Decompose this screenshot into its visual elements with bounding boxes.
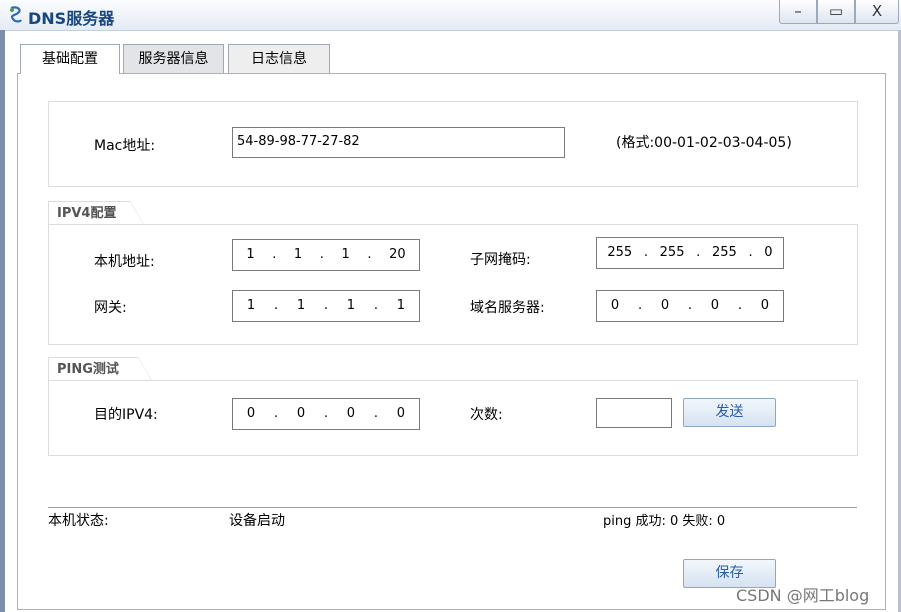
window-title: DNS服务器 [28, 9, 115, 28]
maximize-button[interactable]: ▭ [817, 0, 855, 24]
ip-octet: 0 [246, 405, 256, 421]
ip-octet: 1 [341, 246, 350, 262]
status-value: 设备启动 [229, 513, 285, 529]
ip-octet: 0 [396, 405, 405, 421]
local-address-input[interactable]: 1. 1. 1. 20 [232, 239, 420, 271]
count-input[interactable] [596, 398, 672, 428]
close-button[interactable]: X [855, 0, 899, 24]
ip-octet: 0 [610, 297, 620, 313]
ping-result: ping 成功: 0 失败: 0 [603, 514, 726, 529]
status-label: 本机状态: [48, 513, 109, 529]
minimize-button[interactable]: – [779, 0, 817, 24]
ip-octet: 1 [396, 297, 405, 313]
subnet-mask-label: 子网掩码: [470, 252, 531, 268]
gateway-label: 网关: [94, 300, 127, 316]
ip-octet: 20 [389, 246, 406, 262]
title-bar: DNS服务器 [0, 0, 901, 31]
dest-ipv4-input[interactable]: 0. 0. 0. 0 [232, 398, 420, 430]
ip-octet: 255 [659, 244, 685, 260]
ip-octet: 0 [760, 297, 769, 313]
subnet-mask-input[interactable]: 255. 255. 255. 0 [596, 237, 784, 269]
status-divider [48, 507, 857, 508]
ping-legend: PING测试 [48, 357, 152, 381]
tab-basic-config[interactable]: 基础配置 [20, 44, 120, 74]
ip-octet: 0 [660, 297, 670, 313]
tab-server-info[interactable]: 服务器信息 [123, 44, 224, 73]
send-button[interactable]: 发送 [683, 398, 776, 427]
local-address-label: 本机地址: [94, 254, 155, 270]
ip-octet: 1 [346, 297, 356, 313]
ip-octet: 255 [607, 244, 633, 260]
ipv4-legend: IPV4配置 [48, 201, 144, 225]
ip-octet: 0 [346, 405, 356, 421]
maximize-icon: ▭ [828, 2, 844, 20]
watermark: CSDN @网工blog [736, 586, 870, 605]
window-left-border [0, 30, 5, 612]
ip-octet: 1 [293, 246, 303, 262]
ip-octet: 1 [246, 297, 256, 313]
dns-server-input[interactable]: 0. 0. 0. 0 [596, 290, 784, 322]
ip-octet: 0 [296, 405, 306, 421]
ip-octet: 1 [246, 246, 255, 262]
ip-octet: 255 [711, 244, 737, 260]
dest-ipv4-label: 目的IPV4: [94, 407, 158, 423]
mac-input[interactable]: 54-89-98-77-27-82 [232, 127, 565, 158]
ip-octet: 0 [764, 244, 773, 260]
gateway-input[interactable]: 1. 1. 1. 1 [232, 290, 420, 322]
close-icon: X [871, 2, 883, 20]
dns-server-label: 域名服务器: [470, 300, 545, 316]
ip-octet: 0 [710, 297, 720, 313]
minimize-icon: – [794, 2, 802, 20]
count-label: 次数: [470, 407, 503, 423]
tab-log-info[interactable]: 日志信息 [228, 44, 330, 73]
ip-octet: 1 [296, 297, 306, 313]
app-icon [10, 6, 22, 23]
mac-format-hint: (格式:00-01-02-03-04-05) [616, 135, 792, 151]
mac-label: Mac地址: [94, 138, 156, 154]
